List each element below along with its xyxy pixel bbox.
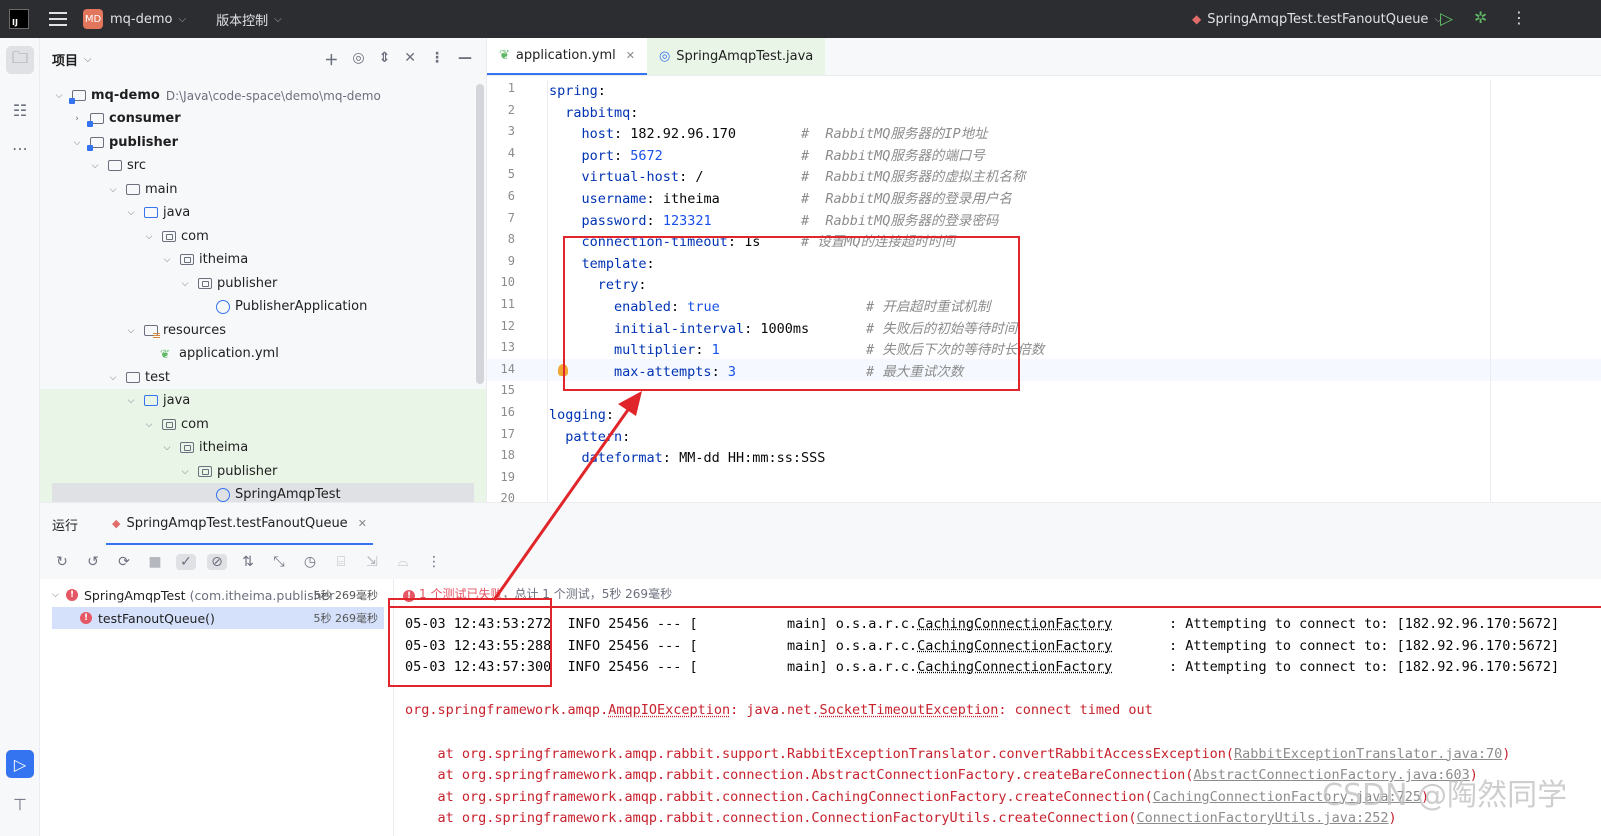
watermark: CSDN @陶然同学 [1322,778,1568,813]
annotation-arrow [492,391,642,601]
